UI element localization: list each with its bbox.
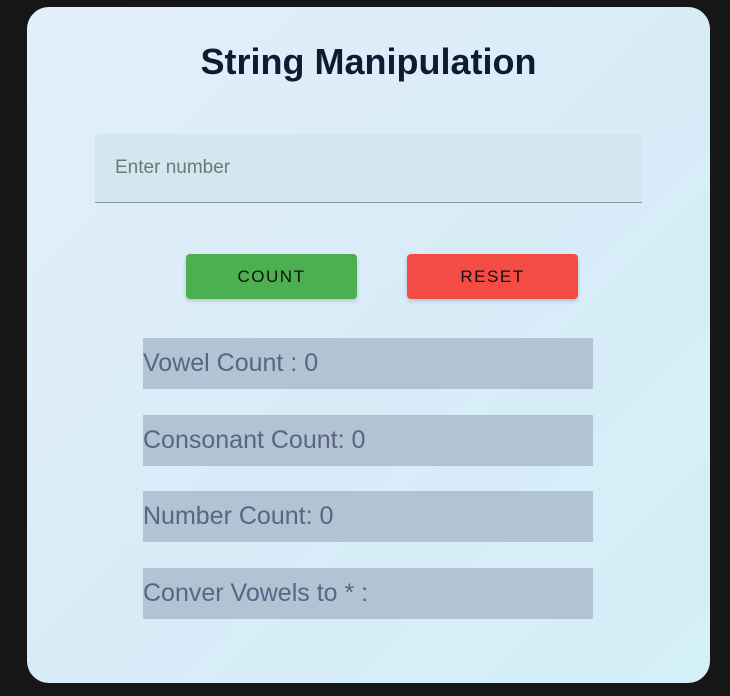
vowel-count-result: Vowel Count : 0 [143, 338, 593, 389]
consonant-count-label: Consonant Count: [143, 426, 352, 454]
vowel-count-label: Vowel Count : [143, 349, 305, 377]
consonant-count-value: 0 [351, 426, 366, 454]
vowel-count-value: 0 [304, 349, 319, 377]
number-count-result: Number Count: 0 [143, 491, 593, 542]
number-input[interactable] [95, 134, 642, 202]
number-count-value: 0 [319, 502, 334, 530]
convert-vowels-label: Conver Vowels to * : [143, 579, 376, 607]
app-card: String Manipulation COUNT RESET Vowel Co… [27, 7, 710, 683]
count-button[interactable]: COUNT [186, 254, 357, 299]
convert-vowels-result: Conver Vowels to * : [143, 568, 593, 619]
page-title: String Manipulation [200, 41, 537, 82]
number-count-label: Number Count: [143, 502, 320, 530]
number-field[interactable] [95, 134, 642, 203]
consonant-count-result: Consonant Count: 0 [143, 415, 593, 466]
reset-button[interactable]: RESET [407, 254, 578, 299]
